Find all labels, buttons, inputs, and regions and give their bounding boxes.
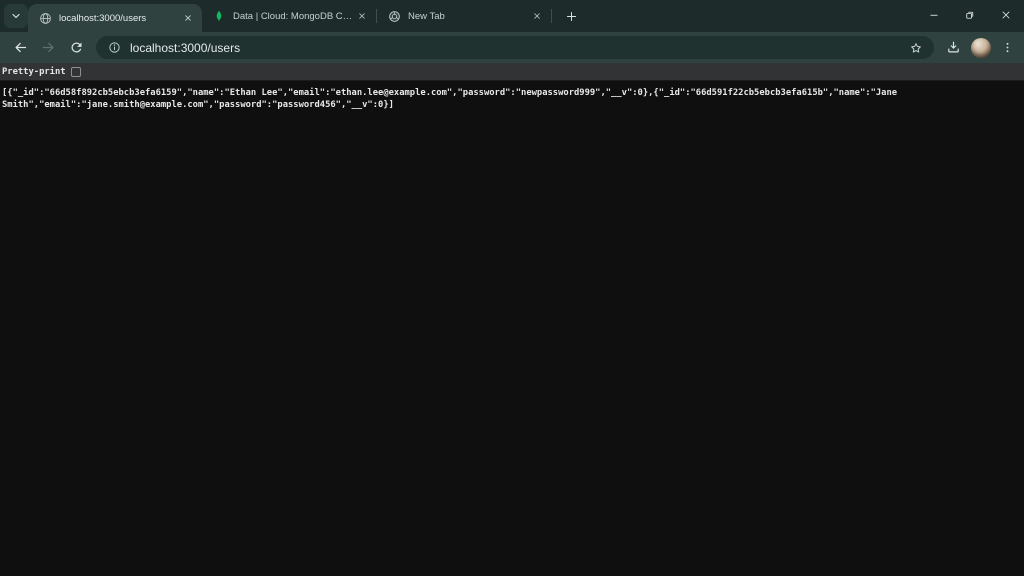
pretty-print-checkbox[interactable] xyxy=(71,67,81,77)
new-tab-button[interactable] xyxy=(558,3,584,29)
json-response-text: [{"_id":"66d58f892cb5ebcb3efa6159","name… xyxy=(0,81,1024,111)
url-text: localhost:3000/users xyxy=(130,41,906,55)
back-button[interactable] xyxy=(7,35,33,61)
chevron-down-icon xyxy=(10,10,22,22)
close-icon xyxy=(358,12,366,20)
download-icon xyxy=(946,40,961,55)
tab-title: Data | Cloud: MongoDB Cloud xyxy=(233,11,354,22)
forward-icon xyxy=(41,40,56,55)
back-icon xyxy=(13,40,28,55)
restore-icon xyxy=(964,9,976,21)
close-window-button[interactable] xyxy=(988,0,1024,30)
tab-localhost-users[interactable]: localhost:3000/users xyxy=(28,4,202,32)
window-controls xyxy=(916,0,1024,30)
tab-close-button[interactable] xyxy=(354,8,370,24)
tab-strip: localhost:3000/users Data | Cloud: Mongo… xyxy=(0,0,1024,32)
tab-separator xyxy=(551,9,552,23)
reload-button[interactable] xyxy=(63,35,89,61)
address-bar[interactable]: localhost:3000/users xyxy=(96,36,934,59)
kebab-menu-icon xyxy=(1001,41,1014,54)
tab-search-button[interactable] xyxy=(4,4,28,28)
profile-avatar[interactable] xyxy=(971,38,991,58)
pretty-print-bar: Pretty-print xyxy=(0,63,1024,81)
tab-new-tab[interactable]: New Tab xyxy=(377,2,551,30)
tab-title: localhost:3000/users xyxy=(59,13,180,24)
close-icon xyxy=(184,14,192,22)
page-content: [{"_id":"66d58f892cb5ebcb3efa6159","name… xyxy=(0,81,1024,576)
tab-mongodb-cloud[interactable]: Data | Cloud: MongoDB Cloud xyxy=(202,2,376,30)
tab-close-button[interactable] xyxy=(529,8,545,24)
mongodb-leaf-icon xyxy=(212,9,226,23)
site-info-button[interactable] xyxy=(105,39,123,57)
browser-menu-button[interactable] xyxy=(996,35,1018,61)
reload-icon xyxy=(69,40,84,55)
browser-window: localhost:3000/users Data | Cloud: Mongo… xyxy=(0,0,1024,576)
bookmark-button[interactable] xyxy=(906,38,926,58)
globe-icon xyxy=(38,11,52,25)
tab-close-button[interactable] xyxy=(180,10,196,26)
tab-title: New Tab xyxy=(408,11,529,22)
forward-button[interactable] xyxy=(35,35,61,61)
close-icon xyxy=(533,12,541,20)
plus-icon xyxy=(565,10,578,23)
minimize-icon xyxy=(928,9,940,21)
bookmark-star-icon xyxy=(909,41,923,55)
chrome-icon xyxy=(387,9,401,23)
pretty-print-label: Pretty-print xyxy=(2,67,66,77)
restore-button[interactable] xyxy=(952,0,988,30)
minimize-button[interactable] xyxy=(916,0,952,30)
browser-toolbar: localhost:3000/users xyxy=(0,32,1024,63)
close-icon xyxy=(1000,9,1012,21)
info-icon xyxy=(108,41,121,54)
downloads-button[interactable] xyxy=(940,35,966,61)
